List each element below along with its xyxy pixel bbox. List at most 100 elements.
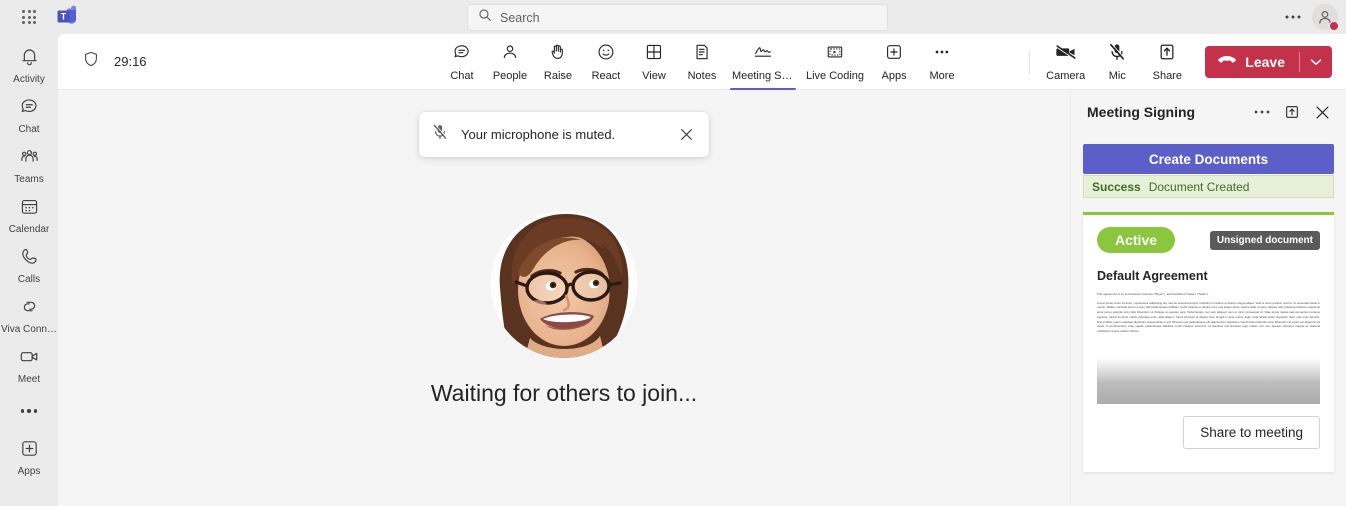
toolbar-live-coding-button[interactable]: Live Coding (800, 34, 870, 90)
toolbar-people-button[interactable]: People (486, 34, 534, 90)
app-launcher-icon[interactable] (12, 0, 46, 34)
meeting-toolbar-left: 29:16 (58, 50, 358, 73)
leave-meeting-button[interactable]: Leave (1205, 45, 1332, 78)
search-box[interactable]: Search (467, 4, 888, 31)
toolbar-meeting-signing-button[interactable]: Meeting Sig… (726, 34, 800, 90)
close-icon[interactable] (675, 124, 697, 146)
document-signature-badge: Unsigned document (1209, 230, 1320, 250)
toolbar-notes-button[interactable]: Notes (678, 34, 726, 90)
live-coding-icon (825, 42, 845, 67)
toolbar-label: Share (1152, 69, 1182, 82)
sidebar-item-apps[interactable]: Apps (0, 432, 58, 482)
share-icon (1157, 42, 1177, 67)
toolbar-label: Chat (450, 69, 474, 82)
document-state-pill: Active (1097, 227, 1176, 253)
panel-title: Meeting Signing (1087, 104, 1196, 120)
sidebar-item-teams[interactable]: Teams (0, 140, 58, 190)
toast-message: Your microphone is muted. (461, 127, 616, 142)
search-icon (478, 8, 492, 27)
toolbar-label: Live Coding (805, 69, 865, 82)
meeting-area: 29:16 Chat People Raise React View Notes… (58, 34, 1346, 506)
sidebar-item-label: Activity (13, 73, 45, 85)
sidebar-item-label: Calendar (8, 223, 50, 235)
shield-icon[interactable] (82, 50, 100, 73)
search-bar[interactable]: Search (467, 4, 888, 31)
toolbar-view-button[interactable]: View (630, 34, 678, 90)
share-to-meeting-button[interactable]: Share to meeting (1183, 416, 1320, 449)
sidebar-item-chat[interactable]: Chat (0, 90, 58, 140)
preview-fade-overlay (1097, 358, 1320, 404)
toolbar-label: Mic (1108, 69, 1126, 82)
chat-icon (19, 96, 40, 122)
plus-box-icon (19, 438, 40, 464)
presence-badge-busy (1329, 21, 1339, 31)
sidebar-item-label: Calls (17, 273, 41, 285)
mic-off-icon (431, 123, 449, 146)
toolbar-label: React (591, 69, 621, 82)
document-preview-paragraph: Lorem ipsum dolor sit amet, consectetur … (1097, 300, 1320, 333)
toolbar-chat-button[interactable]: Chat (438, 34, 486, 90)
settings-ellipsis-icon[interactable] (1278, 2, 1308, 32)
title-bar: T Search (0, 0, 1346, 34)
stage-main: Your microphone is muted. Waiting for ot… (58, 90, 1070, 506)
panel-header: Meeting Signing (1071, 90, 1346, 134)
document-badges: Active Unsigned document (1097, 227, 1320, 253)
smiley-icon (596, 42, 616, 67)
participant-avatar (489, 209, 638, 358)
signature-icon (752, 42, 774, 67)
toolbar-label: Camera (1046, 69, 1086, 82)
teams-window: T Search Activity Chat Teams Calendar Ca… (0, 0, 1346, 506)
toolbar-label: View (642, 69, 666, 82)
leave-label: Leave (1245, 53, 1285, 70)
notes-icon (692, 42, 712, 67)
search-input[interactable]: Search (500, 11, 540, 25)
meeting-signing-panel: Meeting Signing Create Documents Success… (1070, 90, 1346, 506)
toolbar-label: Apps (881, 69, 907, 82)
mic-toggle-button[interactable]: Mic (1093, 34, 1141, 90)
mic-off-icon (1106, 42, 1128, 67)
sidebar-item-meet[interactable]: Meet (0, 340, 58, 390)
toolbar-raise-hand-button[interactable]: Raise (534, 34, 582, 90)
toolbar-label: People (492, 69, 528, 82)
pop-out-icon[interactable] (1280, 100, 1304, 124)
hangup-icon (1217, 53, 1237, 70)
sidebar-item-calendar[interactable]: Calendar (0, 190, 58, 240)
toolbar-label: More (929, 69, 955, 82)
chevron-down-icon[interactable] (1300, 58, 1332, 66)
toolbar-apps-button[interactable]: Apps (870, 34, 918, 90)
viva-connections-icon (19, 296, 40, 322)
toolbar-react-button[interactable]: React (582, 34, 630, 90)
status-message: Document Created (1148, 179, 1250, 194)
leave-main[interactable]: Leave (1205, 53, 1299, 70)
camera-off-icon (1054, 42, 1078, 67)
sidebar-item-activity[interactable]: Activity (0, 40, 58, 90)
plus-box-icon (884, 42, 904, 67)
teams-logo-icon: T (54, 4, 80, 30)
panel-body: Create Documents Success Document Create… (1071, 134, 1346, 506)
person-icon (500, 42, 520, 67)
mic-muted-toast: Your microphone is muted. (419, 112, 709, 157)
document-preview: This agreement is by and between Contoso… (1097, 292, 1320, 404)
create-documents-button[interactable]: Create Documents (1083, 144, 1334, 174)
waiting-status-text: Waiting for others to join... (430, 379, 698, 406)
sidebar-item-viva-connections[interactable]: Viva Conne… (0, 290, 58, 340)
close-icon[interactable] (1310, 100, 1334, 124)
document-card[interactable]: Active Unsigned document Default Agreeme… (1083, 212, 1334, 472)
toolbar-label: Raise (543, 69, 573, 82)
toolbar-more-button[interactable]: More (918, 34, 966, 90)
video-icon (18, 346, 41, 372)
camera-toggle-button[interactable]: Camera (1040, 34, 1091, 90)
sidebar-more-apps-icon[interactable] (0, 390, 58, 432)
meeting-timer: 29:16 (114, 54, 147, 69)
ellipsis-icon (932, 42, 952, 67)
avatar[interactable] (1312, 4, 1339, 31)
meeting-toolbar-right: Camera Mic Share Leave (1021, 34, 1332, 90)
sidebar-item-calls[interactable]: Calls (0, 240, 58, 290)
sidebar-item-label: Viva Conne… (1, 323, 57, 335)
teams-icon (19, 146, 40, 172)
ellipsis-icon[interactable] (1250, 100, 1274, 124)
waiting-state: Waiting for others to join... (430, 209, 698, 407)
sidebar-item-label: Apps (17, 465, 41, 477)
share-screen-button[interactable]: Share (1143, 34, 1191, 90)
document-title: Default Agreement (1097, 269, 1208, 283)
